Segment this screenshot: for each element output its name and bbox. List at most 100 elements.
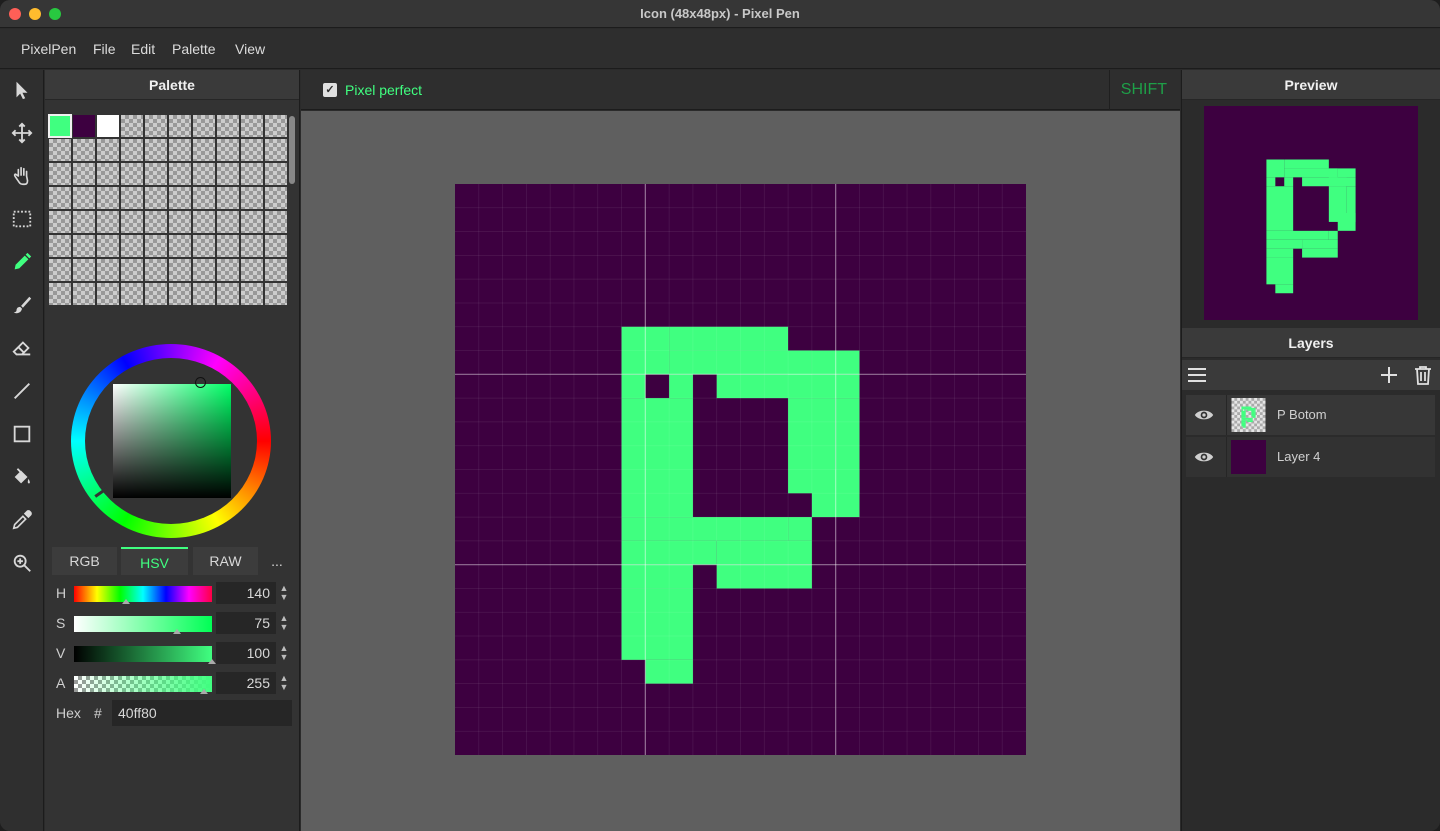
color-picker-cursor[interactable] [195,377,206,388]
palette-swatch[interactable] [217,283,239,305]
palette-swatch[interactable] [145,187,167,209]
hue-slider-thumb[interactable] [122,599,130,604]
select-tool-button[interactable] [8,76,36,104]
menu-palette[interactable]: Palette [172,41,216,57]
palette-swatch[interactable] [48,114,72,138]
alpha-slider[interactable] [74,676,212,692]
palette-swatch[interactable] [49,139,71,161]
palette-swatch[interactable] [49,235,71,257]
palette-swatch[interactable] [121,259,143,281]
palette-swatch[interactable] [217,163,239,185]
tab-rgb[interactable]: RGB [52,547,117,575]
eyedropper-tool-button[interactable] [8,506,36,534]
value-slider-thumb[interactable] [208,659,216,664]
palette-swatch[interactable] [265,187,287,209]
palette-swatch[interactable] [49,211,71,233]
palette-swatch[interactable] [97,211,119,233]
hue-value-field[interactable]: 140 [216,582,276,604]
palette-swatch[interactable] [73,115,95,137]
palette-swatch[interactable] [145,163,167,185]
palette-swatch[interactable] [217,115,239,137]
palette-swatch[interactable] [49,163,71,185]
value-slider[interactable] [74,646,212,662]
palette-swatch[interactable] [145,283,167,305]
palette-swatch[interactable] [97,235,119,257]
palette-swatch[interactable] [97,259,119,281]
palette-swatch[interactable] [265,115,287,137]
palette-swatch[interactable] [121,211,143,233]
palette-swatch[interactable] [193,163,215,185]
add-layer-icon[interactable] [1378,364,1400,386]
value-value-field[interactable]: 100 [216,642,276,664]
rectangle-tool-button[interactable] [8,420,36,448]
menu-edit[interactable]: Edit [131,41,155,57]
palette-swatch[interactable] [265,259,287,281]
palette-swatch[interactable] [73,139,95,161]
menu-view[interactable]: View [235,41,265,57]
palette-swatch[interactable] [241,211,263,233]
palette-swatch[interactable] [49,259,71,281]
palette-swatch[interactable] [169,139,191,161]
palette-swatch[interactable] [97,115,119,137]
palette-swatch[interactable] [265,235,287,257]
layer-row-p-botom[interactable]: P Botom [1186,395,1435,435]
palette-swatch[interactable] [121,187,143,209]
palette-swatch[interactable] [169,283,191,305]
palette-swatch[interactable] [241,163,263,185]
palette-swatch[interactable] [121,115,143,137]
hue-spinner-icon[interactable]: ▲ ▼ [279,584,289,602]
saturation-value-square[interactable] [113,384,231,498]
palette-swatch[interactable] [241,283,263,305]
saturation-slider-thumb[interactable] [173,629,181,634]
palette-swatch[interactable] [169,235,191,257]
delete-layer-icon[interactable] [1412,364,1434,386]
palette-swatch[interactable] [169,259,191,281]
palette-swatch[interactable] [169,211,191,233]
palette-swatch[interactable] [145,211,167,233]
line-tool-button[interactable] [8,377,36,405]
palette-swatch[interactable] [217,259,239,281]
menu-pixelpen[interactable]: PixelPen [21,41,76,57]
palette-swatch[interactable] [265,283,287,305]
brush-tool-button[interactable] [8,291,36,319]
hue-slider[interactable] [74,586,212,602]
palette-swatch[interactable] [73,235,95,257]
marquee-tool-button[interactable] [8,205,36,233]
palette-swatch[interactable] [145,139,167,161]
palette-swatch[interactable] [97,139,119,161]
visibility-eye-icon[interactable] [1194,406,1214,424]
palette-swatch[interactable] [265,163,287,185]
eraser-tool-button[interactable] [8,334,36,362]
palette-swatch[interactable] [193,235,215,257]
palette-swatch[interactable] [145,235,167,257]
alpha-value-field[interactable]: 255 [216,672,276,694]
palette-swatch[interactable] [217,187,239,209]
tab-hsv[interactable]: HSV [121,547,188,575]
palette-swatch[interactable] [241,187,263,209]
move-tool-button[interactable] [8,119,36,147]
palette-swatch[interactable] [121,235,143,257]
palette-swatch[interactable] [97,283,119,305]
hex-input[interactable]: 40ff80 [112,700,292,726]
palette-swatch[interactable] [121,139,143,161]
tab-raw[interactable]: RAW [193,547,258,575]
palette-swatch[interactable] [217,235,239,257]
palette-swatch[interactable] [73,283,95,305]
palette-swatch[interactable] [121,283,143,305]
pen-tool-button[interactable] [8,248,36,276]
palette-swatch[interactable] [217,211,239,233]
palette-swatch[interactable] [73,187,95,209]
palette-scrollbar[interactable] [289,116,295,184]
alpha-spinner-icon[interactable]: ▲ ▼ [279,674,289,692]
saturation-slider[interactable] [74,616,212,632]
palette-swatch[interactable] [265,139,287,161]
palette-swatch[interactable] [73,163,95,185]
palette-swatch[interactable] [169,187,191,209]
palette-swatch[interactable] [265,211,287,233]
layer-row-layer-4[interactable]: Layer 4 [1186,437,1435,477]
palette-swatch[interactable] [193,187,215,209]
palette-swatch[interactable] [241,115,263,137]
canvas-viewport[interactable] [301,111,1180,831]
palette-swatch[interactable] [49,283,71,305]
palette-swatch[interactable] [73,211,95,233]
